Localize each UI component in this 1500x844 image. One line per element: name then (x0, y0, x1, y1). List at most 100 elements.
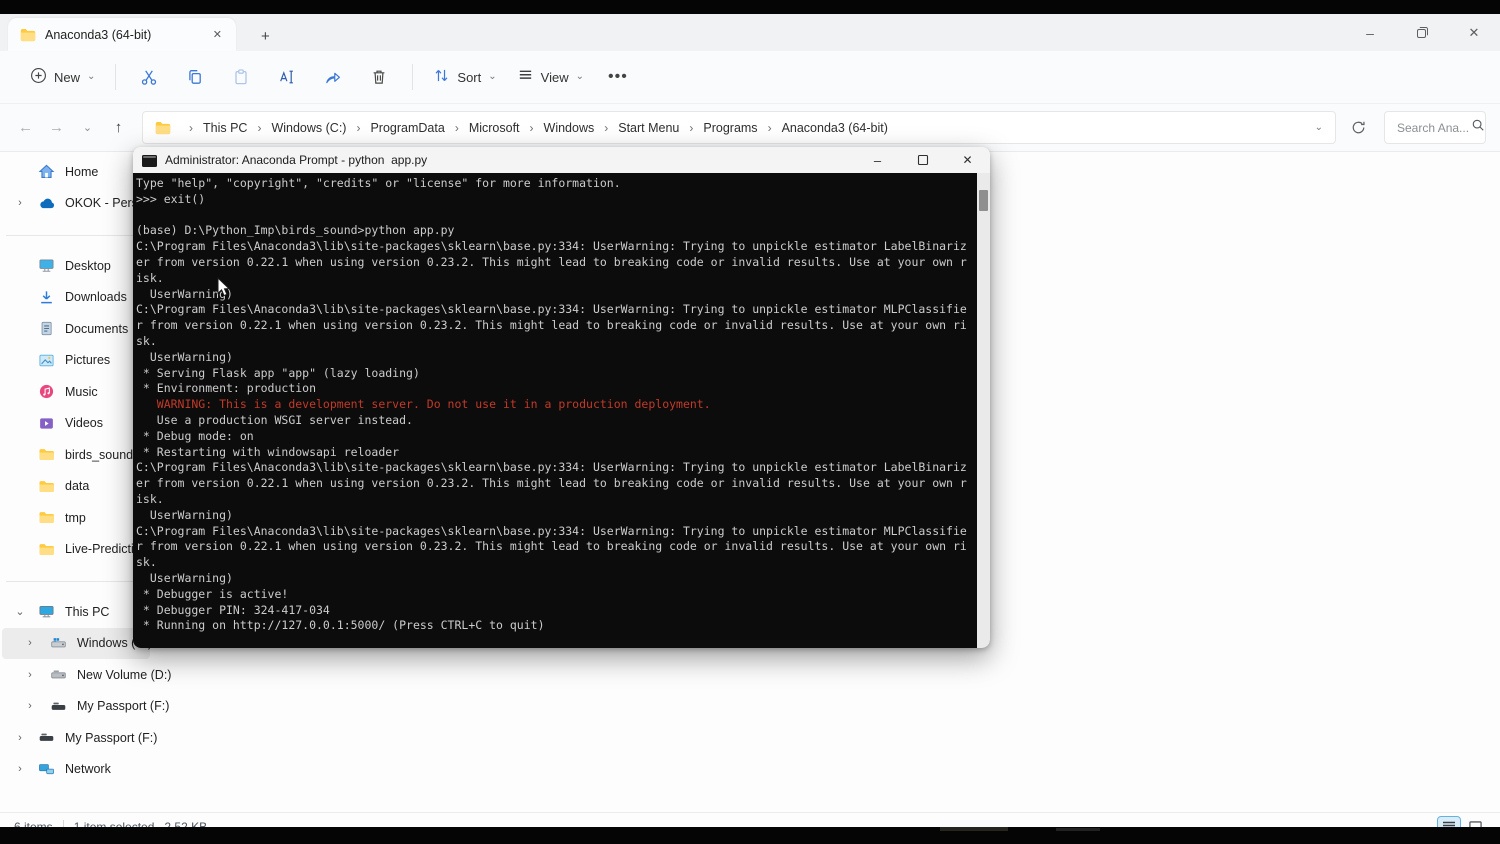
sidebar-item-network[interactable]: ›Network (2, 754, 150, 786)
terminal-titlebar[interactable]: Administrator: Anaconda Prompt - python … (133, 147, 990, 173)
breadcrumb-segment[interactable]: Anaconda3 (64-bit) (780, 118, 890, 138)
address-bar[interactable]: › This PC›Windows (C:)›ProgramData›Micro… (142, 111, 1336, 144)
navigation-pane: Home›OKOK - Personal DesktopDownloads Docu… (0, 156, 152, 785)
sidebar-item-windows-c[interactable]: ›Windows (C:) (2, 628, 150, 660)
tab-strip: Anaconda3 (64-bit) ✕ + – ✕ (0, 14, 1500, 51)
terminal-line: isk. (136, 271, 976, 287)
chevron-down-icon: ⌄ (576, 72, 584, 82)
view-button[interactable]: View ⌄ (507, 60, 594, 94)
search-input[interactable] (1395, 120, 1471, 136)
sidebar-item-tmp[interactable]: tmp (2, 502, 150, 534)
breadcrumb-separator: › (181, 121, 201, 135)
sidebar-item-new-volume-d[interactable]: ›New Volume (D:) (2, 659, 150, 691)
breadcrumb-separator: › (447, 121, 467, 135)
chevron-right-icon[interactable]: › (10, 197, 30, 209)
sidebar-item-label: My Passport (F:) (65, 731, 157, 745)
chevron-down-icon[interactable]: ⌄ (10, 605, 30, 618)
minimize-icon[interactable]: – (1344, 14, 1396, 51)
forward-icon[interactable]: → (41, 112, 72, 143)
onedrive-icon (38, 195, 55, 212)
view-button-label: View (541, 70, 569, 85)
copy-button[interactable] (172, 59, 218, 95)
recent-locations-icon[interactable]: ⌄ (72, 112, 103, 143)
chevron-down-icon: ⌄ (488, 72, 496, 82)
breadcrumb-separator: › (760, 121, 780, 135)
player-scrubber-mark (1056, 828, 1100, 831)
back-icon[interactable]: ← (10, 112, 41, 143)
sidebar-item-my-passport-f[interactable]: ›My Passport (F:) (2, 691, 150, 723)
terminal-scrollbar[interactable] (977, 173, 990, 648)
sidebar-item-label: data (65, 479, 89, 493)
more-options-icon[interactable]: ••• (594, 68, 642, 86)
thispc-icon (38, 603, 55, 620)
sidebar-item-label: Documents (65, 322, 128, 336)
breadcrumb-segment[interactable]: Microsoft (467, 118, 522, 138)
sidebar-item-data[interactable]: data (2, 471, 150, 503)
delete-button[interactable] (356, 59, 402, 95)
folder-icon (38, 446, 55, 463)
terminal-line: UserWarning) (136, 571, 976, 587)
drive-win-icon (50, 635, 67, 652)
chevron-right-icon[interactable]: › (10, 732, 30, 744)
chevron-down-icon: ⌄ (87, 72, 95, 82)
sidebar-item-home[interactable]: Home (2, 156, 150, 188)
sidebar-item-my-passport-f[interactable]: ›My Passport (F:) (2, 722, 150, 754)
address-dropdown-icon[interactable]: ⌄ (1311, 122, 1327, 133)
sidebar-item-okok-personal[interactable]: ›OKOK - Personal (2, 188, 150, 220)
sidebar-item-desktop[interactable]: Desktop (2, 250, 150, 282)
terminal-maximize-icon[interactable] (900, 147, 945, 173)
pictures-icon (38, 352, 55, 369)
breadcrumb: This PC›Windows (C:)›ProgramData›Microso… (201, 118, 1311, 138)
tab-title: Anaconda3 (64-bit) (45, 28, 207, 42)
search-box[interactable] (1384, 111, 1486, 144)
terminal-window[interactable]: Administrator: Anaconda Prompt - python … (133, 147, 990, 648)
view-icon (517, 67, 534, 87)
terminal-line: * Debug mode: on (136, 429, 976, 445)
sidebar-item-birds-sound[interactable]: birds_sound (2, 439, 150, 471)
chevron-right-icon[interactable]: › (20, 700, 40, 712)
terminal-line: (base) D:\Python_Imp\birds_sound>python … (136, 223, 976, 239)
new-tab-button[interactable]: + (252, 27, 279, 46)
terminal-line: * Running on http://127.0.0.1:5000/ (Pre… (136, 618, 976, 634)
restore-icon[interactable] (1396, 14, 1448, 51)
cut-button[interactable] (126, 59, 172, 95)
documents-icon (38, 320, 55, 337)
terminal-close-icon[interactable]: ✕ (945, 147, 990, 173)
tab-close-icon[interactable]: ✕ (207, 25, 228, 44)
sidebar-item-music[interactable]: Music (2, 376, 150, 408)
breadcrumb-segment[interactable]: ProgramData (368, 118, 446, 138)
chevron-right-icon[interactable]: › (20, 637, 40, 649)
close-icon[interactable]: ✕ (1448, 14, 1500, 51)
rename-button[interactable] (264, 59, 310, 95)
terminal-line: UserWarning) (136, 508, 976, 524)
breadcrumb-segment[interactable]: Windows (C:) (269, 118, 348, 138)
terminal-scrollbar-thumb[interactable] (979, 190, 988, 211)
sidebar-item-this-pc[interactable]: ⌄ This PC (2, 596, 150, 628)
breadcrumb-separator: › (249, 121, 269, 135)
sidebar-item-live-prediction[interactable]: Live-Prediction (2, 534, 150, 566)
sort-button[interactable]: Sort ⌄ (423, 60, 506, 94)
breadcrumb-segment[interactable]: This PC (201, 118, 249, 138)
terminal-line: Type "help", "copyright", "credits" or "… (136, 176, 976, 192)
refresh-icon[interactable] (1342, 112, 1374, 144)
sort-icon (433, 67, 450, 87)
breadcrumb-segment[interactable]: Programs (701, 118, 759, 138)
desktop-icon (38, 257, 55, 274)
chevron-right-icon[interactable]: › (10, 763, 30, 775)
up-icon[interactable]: ↑ (103, 112, 134, 143)
sidebar-item-label: This PC (65, 605, 109, 619)
share-button[interactable] (310, 59, 356, 95)
breadcrumb-segment[interactable]: Windows (542, 118, 597, 138)
terminal-window-controls: – ✕ (855, 147, 990, 173)
sidebar-separator (0, 565, 152, 596)
new-button[interactable]: New ⌄ (20, 60, 105, 94)
chevron-right-icon[interactable]: › (20, 669, 40, 681)
sidebar-item-documents[interactable]: Documents (2, 313, 150, 345)
breadcrumb-segment[interactable]: Start Menu (616, 118, 681, 138)
explorer-tab[interactable]: Anaconda3 (64-bit) ✕ (8, 18, 236, 51)
sidebar-item-downloads[interactable]: Downloads (2, 282, 150, 314)
terminal-body[interactable]: Type "help", "copyright", "credits" or "… (133, 173, 990, 648)
paste-button[interactable] (218, 59, 264, 95)
sidebar-item-pictures[interactable]: Pictures (2, 345, 150, 377)
sidebar-item-videos[interactable]: Videos (2, 408, 150, 440)
